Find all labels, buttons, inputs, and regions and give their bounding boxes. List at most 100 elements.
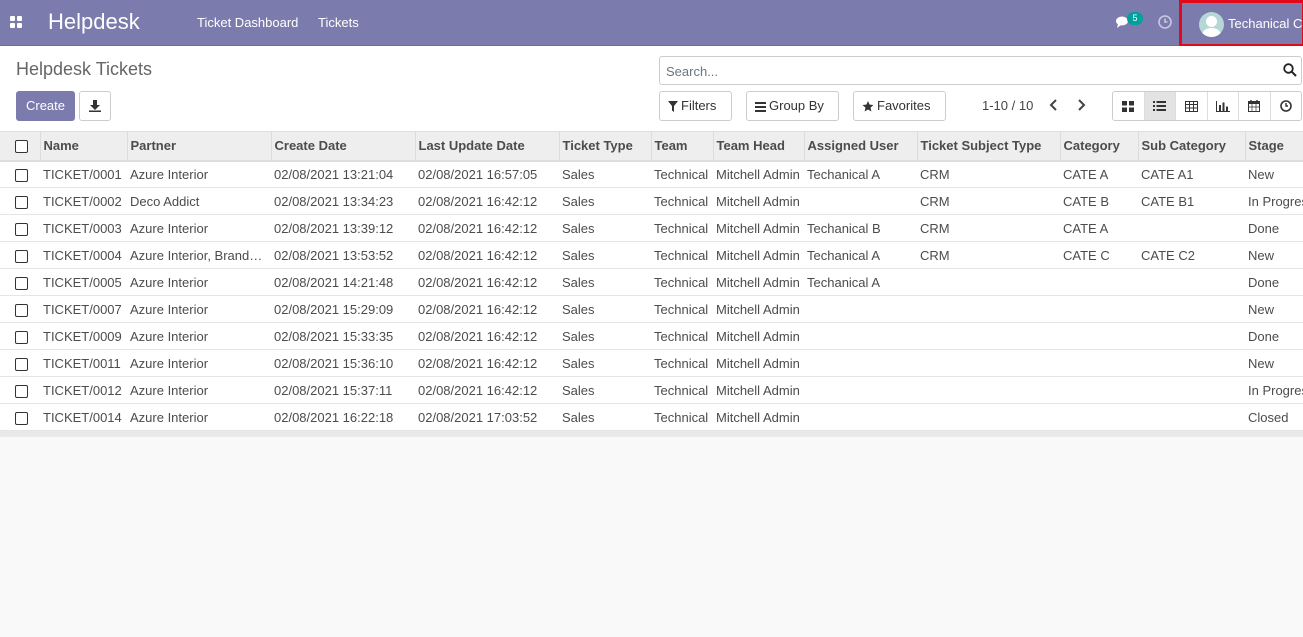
apps-grid-icon[interactable] bbox=[10, 16, 23, 29]
row-checkbox[interactable] bbox=[15, 276, 28, 290]
table-row[interactable]: TICKET/0012 Azure Interior 02/08/2021 15:3… bbox=[0, 377, 1303, 404]
cell-name: TICKET/0011 bbox=[43, 355, 121, 371]
column-header-ticket-subject-type[interactable]: Ticket Subject Type bbox=[917, 131, 1061, 161]
favorites-button[interactable]: Favorites bbox=[853, 91, 946, 121]
table-row[interactable]: TICKET/0005 Azure Interior 02/08/2021 14:2… bbox=[0, 269, 1303, 296]
search-icon[interactable] bbox=[1283, 63, 1297, 77]
cell-ticket-type: Sales bbox=[562, 220, 595, 236]
row-select-cell bbox=[0, 350, 40, 377]
cell-stage: In Progress bbox=[1248, 193, 1303, 209]
table-row[interactable]: TICKET/0004 Azure Interior, Brandon Freem… bbox=[0, 242, 1303, 269]
kanban-view-button[interactable] bbox=[1113, 92, 1145, 120]
cell-create-date: 02/08/2021 13:53:52 bbox=[274, 247, 394, 263]
column-header-team[interactable]: Team bbox=[651, 131, 714, 161]
bars-icon bbox=[755, 102, 766, 112]
row-checkbox[interactable] bbox=[15, 384, 28, 398]
activity-view-button[interactable] bbox=[1271, 92, 1302, 120]
pager-value[interactable]: 1-10 / 10 bbox=[982, 98, 1033, 113]
filters-button[interactable]: Filters bbox=[659, 91, 732, 121]
group-by-button[interactable]: Group By bbox=[746, 91, 839, 121]
cell-team-head: Mitchell Admin bbox=[716, 166, 800, 182]
cell-ticket-subject-type bbox=[917, 404, 1060, 431]
cell-category: CATE C bbox=[1063, 247, 1110, 263]
graph-view-button[interactable] bbox=[1208, 92, 1239, 120]
row-checkbox[interactable] bbox=[15, 357, 28, 371]
cell-team: Technical bbox=[654, 220, 709, 236]
row-checkbox[interactable] bbox=[15, 303, 28, 317]
cell-team-head: Mitchell Admin bbox=[716, 355, 800, 371]
row-select-cell bbox=[0, 269, 40, 296]
column-header-category[interactable]: Category bbox=[1060, 131, 1139, 161]
calendar-view-button[interactable] bbox=[1239, 92, 1271, 120]
menu-tickets[interactable]: Tickets bbox=[318, 15, 359, 30]
cell-assigned-user: Techanical B bbox=[807, 220, 881, 236]
cell-stage: New bbox=[1248, 355, 1275, 371]
row-checkbox[interactable] bbox=[15, 411, 28, 425]
export-button[interactable] bbox=[79, 91, 111, 121]
cell-stage: Done bbox=[1248, 220, 1280, 236]
table-row[interactable]: TICKET/0014 Azure Interior 02/08/2021 16:2… bbox=[0, 404, 1303, 431]
row-checkbox[interactable] bbox=[15, 195, 28, 209]
cell-create-date: 02/08/2021 13:34:23 bbox=[274, 193, 394, 209]
cell-team-head: Mitchell Admin bbox=[716, 328, 800, 344]
row-checkbox[interactable] bbox=[15, 168, 28, 182]
cell-team-head: Mitchell Admin bbox=[716, 247, 800, 263]
cell-name: TICKET/0002 bbox=[43, 193, 122, 209]
row-checkbox[interactable] bbox=[15, 249, 28, 263]
app-brand[interactable]: Helpdesk bbox=[48, 9, 140, 35]
cell-ticket-subject-type bbox=[917, 377, 1060, 404]
cell-create-date: 02/08/2021 13:21:04 bbox=[274, 166, 394, 182]
cell-stage: New bbox=[1248, 301, 1275, 317]
cell-stage: In Progress bbox=[1248, 382, 1303, 398]
cell-last-update-date: 02/08/2021 16:42:12 bbox=[418, 274, 538, 290]
table-row[interactable]: TICKET/0003 Azure Interior 02/08/2021 13:3… bbox=[0, 215, 1303, 242]
download-icon bbox=[89, 100, 101, 112]
cell-team-head: Mitchell Admin bbox=[716, 193, 800, 209]
cell-name: TICKET/0004 bbox=[43, 247, 122, 263]
cell-stage: Done bbox=[1248, 274, 1280, 290]
column-header-assigned-user[interactable]: Assigned User bbox=[804, 131, 918, 161]
column-header-last-update-date[interactable]: Last Update Date bbox=[415, 131, 560, 161]
table-row[interactable]: TICKET/0002 Deco Addict 02/08/2021 13:34:2… bbox=[0, 188, 1303, 215]
list-view-button[interactable] bbox=[1144, 92, 1176, 120]
column-header-ticket-type[interactable]: Ticket Type bbox=[559, 131, 652, 161]
cell-ticket-type: Sales bbox=[562, 328, 595, 344]
table-row[interactable]: TICKET/0001 Azure Interior 02/08/2021 13:2… bbox=[0, 161, 1303, 188]
table-row[interactable]: TICKET/0011 Azure Interior 02/08/2021 15:3… bbox=[0, 350, 1303, 377]
column-header-stage[interactable]: Stage bbox=[1245, 131, 1303, 161]
list-icon bbox=[1153, 101, 1167, 111]
star-icon bbox=[862, 101, 874, 112]
column-header-team-head[interactable]: Team Head bbox=[713, 131, 805, 161]
cell-team: Technical bbox=[654, 301, 709, 317]
favorites-label: Favorites bbox=[877, 98, 931, 113]
select-all-checkbox[interactable] bbox=[15, 140, 28, 154]
menu-ticket-dashboard[interactable]: Ticket Dashboard bbox=[197, 15, 298, 30]
page-title: Helpdesk Tickets bbox=[16, 59, 153, 79]
activity-clock-icon[interactable] bbox=[1158, 15, 1172, 29]
create-button[interactable]: Create bbox=[16, 91, 75, 121]
row-checkbox[interactable] bbox=[15, 330, 28, 344]
column-header-name[interactable]: Name bbox=[40, 131, 128, 161]
cell-sub-category bbox=[1138, 377, 1245, 404]
chevron-left-icon[interactable] bbox=[1048, 99, 1060, 111]
row-checkbox[interactable] bbox=[15, 222, 28, 236]
chevron-right-icon[interactable] bbox=[1075, 99, 1087, 111]
pivot-view-button[interactable] bbox=[1176, 92, 1208, 120]
table-row[interactable]: TICKET/0007 Azure Interior 02/08/2021 15:2… bbox=[0, 296, 1303, 323]
column-header-sub-category[interactable]: Sub Category bbox=[1138, 131, 1246, 161]
cell-sub-category bbox=[1138, 323, 1245, 350]
cell-assigned-user bbox=[804, 404, 917, 431]
cell-partner: Azure Interior bbox=[130, 301, 209, 317]
cell-team: Technical bbox=[654, 328, 709, 344]
search-input[interactable]: Search... bbox=[659, 56, 1302, 85]
calendar-icon bbox=[1248, 100, 1261, 112]
table-row[interactable]: TICKET/0009 Azure Interior 02/08/2021 15:3… bbox=[0, 323, 1303, 350]
kanban-icon bbox=[1122, 100, 1135, 112]
cell-team: Technical bbox=[654, 247, 709, 263]
cell-last-update-date: 02/08/2021 16:42:12 bbox=[418, 355, 538, 371]
user-menu[interactable]: Techanical C bbox=[1179, 0, 1303, 47]
cell-sub-category: CATE B1 bbox=[1141, 193, 1195, 209]
column-header-partner[interactable]: Partner bbox=[127, 131, 272, 161]
column-header-create-date[interactable]: Create Date bbox=[271, 131, 416, 161]
cell-category bbox=[1060, 377, 1138, 404]
